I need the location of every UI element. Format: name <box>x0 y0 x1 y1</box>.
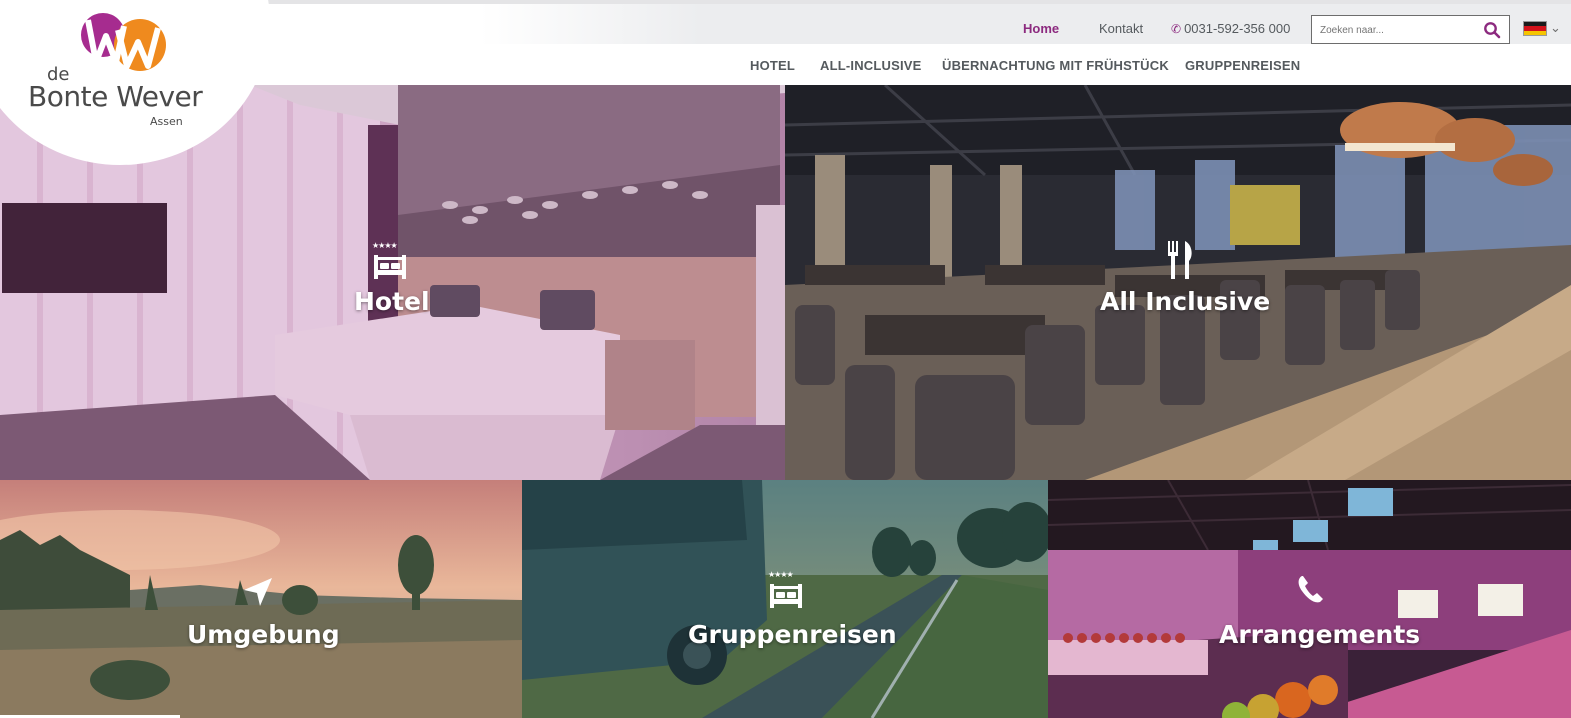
logo-name: Bonte Wever <box>28 80 203 113</box>
phone-icon <box>1298 576 1323 603</box>
phone-icon: ✆ <box>1171 22 1182 36</box>
nav-contact[interactable]: Kontakt <box>1099 21 1143 36</box>
cutlery-icon <box>1168 241 1192 279</box>
menu-item-breakfast[interactable]: ÜBERNACHTUNG MIT FRÜHSTÜCK <box>942 58 1169 73</box>
bed-icon <box>374 255 406 279</box>
logo-city: Assen <box>150 115 183 128</box>
tile-gruppenreisen[interactable]: ★★★★ Gruppenreisen <box>522 480 1048 718</box>
tile-all-inclusive[interactable]: All Inclusive <box>785 85 1571 480</box>
tile-arrangements-label: Arrangements <box>1219 620 1421 649</box>
german-flag-icon[interactable] <box>1523 21 1547 36</box>
search-input[interactable] <box>1320 21 1480 39</box>
search-icon[interactable] <box>1483 21 1501 39</box>
menu-item-group-travel[interactable]: GRUPPENREISEN <box>1185 58 1300 73</box>
tile-umgebung[interactable]: Umgebung <box>0 480 522 718</box>
tile-hotel-label: Hotel <box>354 287 430 316</box>
star-rating: ★★★★ <box>768 570 794 579</box>
search-box[interactable] <box>1311 15 1510 44</box>
nav-home[interactable]: Home <box>1023 21 1059 36</box>
star-rating: ★★★★ <box>372 241 398 250</box>
logo[interactable]: de Bonte Wever Assen <box>0 0 270 160</box>
tile-gruppenreisen-label: Gruppenreisen <box>688 620 897 649</box>
bed-icon <box>770 584 802 608</box>
phone-text: 0031-592-356 000 <box>1184 21 1291 36</box>
tile-umgebung-label: Umgebung <box>187 620 340 649</box>
phone-number[interactable]: ✆ 0031-592-356 000 <box>1171 21 1290 36</box>
menu-item-hotel[interactable]: HOTEL <box>750 58 795 73</box>
location-arrow-icon <box>244 578 272 606</box>
restaurant-image <box>785 85 1571 480</box>
tile-all-inclusive-label: All Inclusive <box>1100 287 1271 316</box>
chevron-down-icon[interactable]: ⌄ <box>1550 20 1561 36</box>
tile-arrangements[interactable]: Arrangements <box>1048 480 1571 718</box>
menu-item-all-inclusive[interactable]: ALL-INCLUSIVE <box>820 58 922 73</box>
